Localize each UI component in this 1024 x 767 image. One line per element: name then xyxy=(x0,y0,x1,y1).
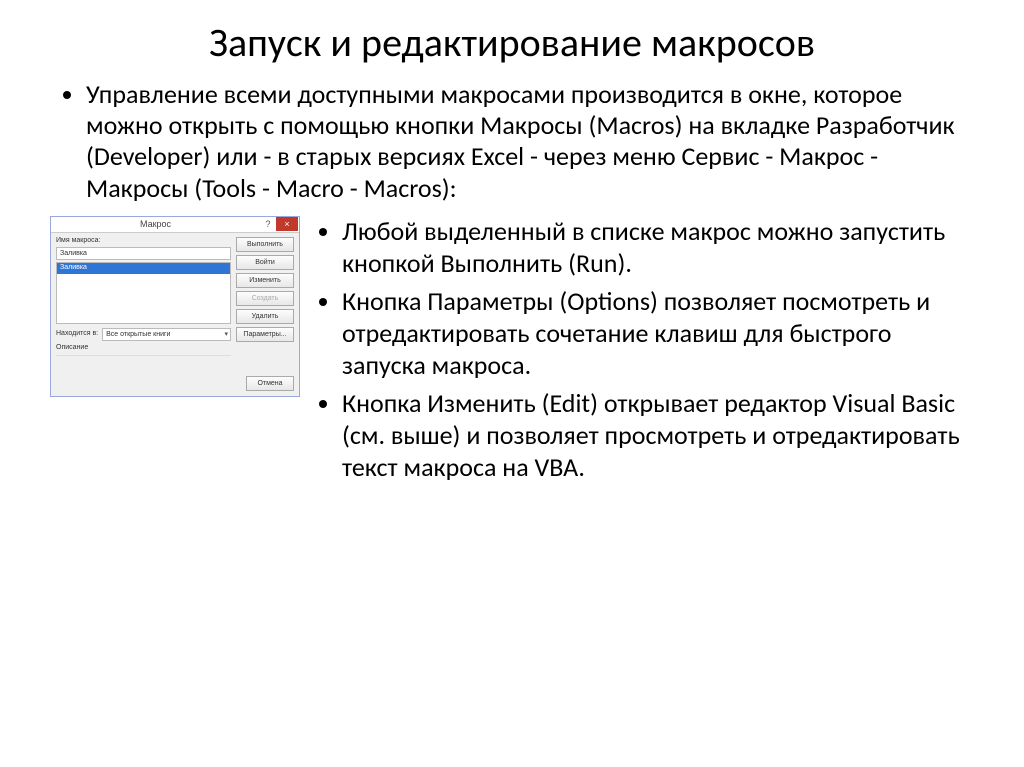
help-icon[interactable]: ? xyxy=(260,219,276,230)
dialog-right: Выполнить Войти Изменить Создать Удалить… xyxy=(236,237,294,371)
bullet-options: Кнопка Параметры (Options) позволяет пос… xyxy=(342,286,974,382)
dialog-title: Макрос xyxy=(51,219,260,230)
slide: Запуск и редактирование макросов Управле… xyxy=(0,0,1024,767)
page-title: Запуск и редактирование макросов xyxy=(50,18,974,67)
delete-button[interactable]: Удалить xyxy=(236,309,294,324)
macro-name-input[interactable]: Заливка xyxy=(56,247,231,260)
description-area xyxy=(56,355,231,371)
macros-in-row: Находится в: Все открытые книги xyxy=(56,328,231,341)
dialog-footer: Отмена xyxy=(51,376,299,396)
run-button[interactable]: Выполнить xyxy=(236,237,294,252)
macro-list[interactable]: Заливка xyxy=(56,262,231,324)
list-item[interactable]: Заливка xyxy=(57,263,230,273)
step-in-button[interactable]: Войти xyxy=(236,255,294,270)
macros-in-select[interactable]: Все открытые книги xyxy=(102,328,231,341)
content-row: Макрос ? × Имя макроса: Заливка Заливка … xyxy=(50,216,974,490)
dialog-body: Имя макроса: Заливка Заливка Находится в… xyxy=(51,233,299,376)
bullet-run: Любой выделенный в списке макрос можно з… xyxy=(342,216,974,280)
dialog-titlebar: Макрос ? × xyxy=(51,217,299,233)
dialog-left: Имя макроса: Заливка Заливка Находится в… xyxy=(56,237,231,371)
edit-button[interactable]: Изменить xyxy=(236,273,294,288)
close-icon[interactable]: × xyxy=(276,217,298,231)
macros-in-label: Находится в: xyxy=(56,330,98,338)
description-label: Описание xyxy=(56,344,231,352)
bullet-edit: Кнопка Изменить (Edit) открывает редакто… xyxy=(342,388,974,484)
options-button[interactable]: Параметры... xyxy=(236,327,294,342)
right-bullet-list: Любой выделенный в списке макрос можно з… xyxy=(314,216,974,490)
top-bullet: Управление всеми доступными макросами пр… xyxy=(86,79,964,204)
top-bullet-list: Управление всеми доступными макросами пр… xyxy=(50,79,974,204)
macro-name-label: Имя макроса: xyxy=(56,237,231,245)
cancel-button[interactable]: Отмена xyxy=(246,376,294,391)
create-button[interactable]: Создать xyxy=(236,291,294,306)
macro-dialog: Макрос ? × Имя макроса: Заливка Заливка … xyxy=(50,216,300,397)
